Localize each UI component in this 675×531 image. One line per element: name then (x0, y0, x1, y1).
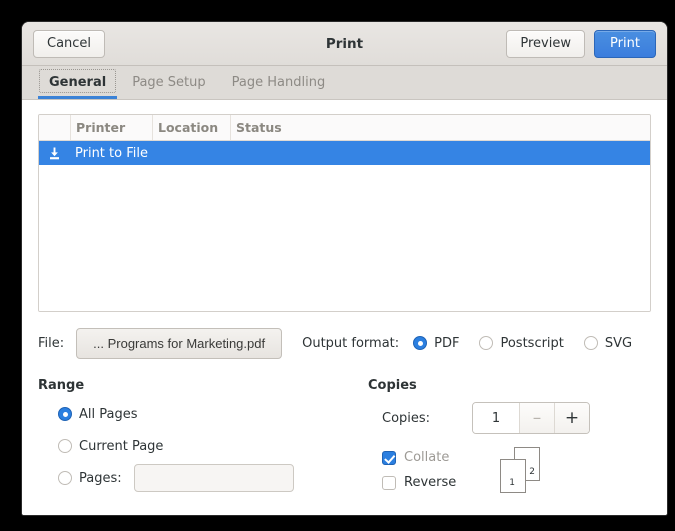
reverse-checkbox-row[interactable]: Reverse (382, 470, 456, 495)
screen: Cancel Print Preview Print General Page … (0, 0, 675, 531)
copies-row: Copies: 1 – + (368, 402, 651, 434)
collate-preview-page-2-number: 2 (529, 467, 535, 477)
collate-checkbox-row[interactable]: Collate (382, 445, 456, 470)
copies-decrement-button[interactable]: – (520, 403, 555, 433)
pages-input[interactable] (134, 464, 294, 492)
radio-indicator-all-pages (58, 407, 72, 421)
output-format-pdf-label: PDF (434, 336, 459, 351)
file-label: File: (38, 336, 64, 351)
checkbox-indicator-reverse (382, 476, 396, 490)
tab-focus-ring (39, 69, 116, 93)
output-format-svg-label: SVG (605, 336, 632, 351)
printer-list[interactable]: Printer Location Status Print to File (38, 114, 651, 312)
printer-list-header: Printer Location Status (39, 115, 650, 141)
tab-page-handling-label: Page Handling (232, 75, 326, 90)
reverse-label: Reverse (404, 475, 456, 490)
table-row[interactable]: Print to File (39, 141, 650, 165)
options-section: Range All Pages Current Page Pages: (38, 378, 651, 498)
tab-page-handling[interactable]: Page Handling (219, 66, 339, 99)
output-format-group: Output format: PDF Postscript SVG (302, 336, 632, 351)
output-format-pdf[interactable]: PDF (413, 336, 459, 351)
file-row: File: ... Programs for Marketing.pdf Out… (38, 328, 651, 358)
copies-checkboxes-block: Collate Reverse 2 1 (368, 445, 651, 497)
copies-increment-button[interactable]: + (555, 403, 589, 433)
range-option-current-page-label: Current Page (79, 439, 163, 454)
column-header-location[interactable]: Location (153, 115, 231, 140)
copies-stepper[interactable]: 1 – + (472, 402, 590, 434)
output-format-postscript-label: Postscript (500, 336, 563, 351)
tab-page-setup-label: Page Setup (132, 75, 205, 90)
preview-button[interactable]: Preview (506, 30, 585, 58)
file-chooser-button[interactable]: ... Programs for Marketing.pdf (76, 328, 282, 359)
copies-value[interactable]: 1 (473, 403, 520, 433)
range-group-title: Range (38, 378, 368, 393)
range-group: Range All Pages Current Page Pages: (38, 378, 368, 498)
printer-list-empty-area[interactable] (39, 165, 650, 311)
print-button[interactable]: Print (594, 30, 656, 58)
general-tab-panel: Printer Location Status Print to File (22, 100, 667, 515)
range-option-current-page[interactable]: Current Page (38, 434, 368, 458)
copies-group-title: Copies (368, 378, 651, 393)
output-format-label: Output format: (302, 336, 399, 351)
copies-label: Copies: (382, 411, 472, 426)
checkbox-indicator-collate (382, 451, 396, 465)
radio-indicator-svg (584, 336, 598, 350)
column-header-printer[interactable]: Printer (71, 115, 153, 140)
copies-checkboxes: Collate Reverse (382, 445, 456, 495)
tab-active-underline (38, 96, 117, 99)
output-format-svg[interactable]: SVG (584, 336, 632, 351)
output-format-postscript[interactable]: Postscript (479, 336, 563, 351)
range-option-pages-label: Pages: (79, 471, 122, 486)
tab-page-setup[interactable]: Page Setup (119, 66, 218, 99)
column-header-status[interactable]: Status (231, 115, 650, 140)
collate-preview-graphic: 2 1 (496, 447, 548, 497)
collate-preview-page-1-number: 1 (509, 478, 515, 488)
range-option-pages-row: Pages: (38, 466, 368, 490)
column-header-icon (39, 115, 71, 140)
copies-group: Copies Copies: 1 – + Co (368, 378, 651, 498)
range-option-all-pages[interactable]: All Pages (38, 402, 368, 426)
tab-general[interactable]: General (36, 66, 119, 99)
range-option-all-pages-label: All Pages (79, 407, 138, 422)
dialog-headerbar: Cancel Print Preview Print (22, 22, 667, 66)
print-dialog: Cancel Print Preview Print General Page … (22, 22, 667, 515)
radio-indicator-postscript (479, 336, 493, 350)
range-option-pages[interactable]: Pages: (58, 471, 122, 486)
radio-indicator-current-page (58, 439, 72, 453)
collate-label: Collate (404, 450, 449, 465)
headerbar-actions: Preview Print (506, 22, 656, 66)
save-to-file-icon (39, 146, 70, 161)
radio-indicator-pages (58, 471, 72, 485)
cancel-button[interactable]: Cancel (33, 30, 105, 58)
radio-indicator-pdf (413, 336, 427, 350)
tab-strip: General Page Setup Page Handling (22, 66, 667, 100)
printer-name: Print to File (70, 146, 148, 161)
